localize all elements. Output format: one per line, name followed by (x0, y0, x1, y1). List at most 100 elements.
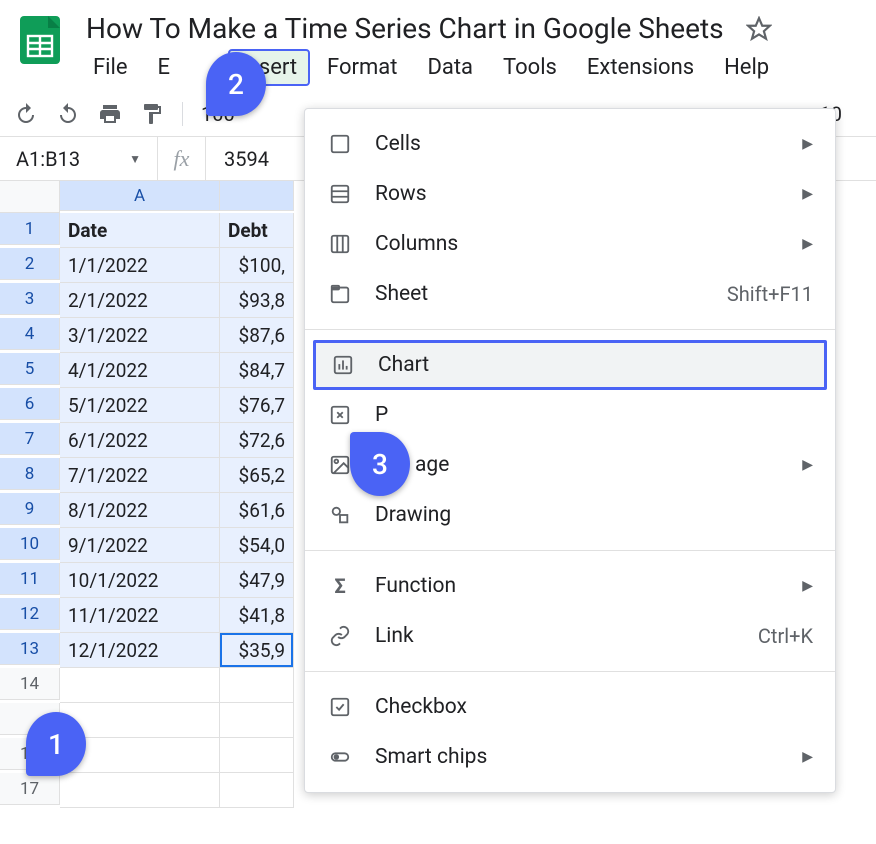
row-header[interactable]: 4 (0, 318, 60, 350)
cells-icon (327, 131, 353, 157)
row-header[interactable]: 5 (0, 353, 60, 385)
chevron-right-icon: ▶ (802, 578, 813, 594)
cell[interactable]: $84,7 (220, 353, 294, 388)
cell[interactable]: 10/1/2022 (60, 563, 220, 598)
chart-icon (330, 352, 356, 378)
cell[interactable]: $72,6 (220, 423, 294, 458)
undo-icon[interactable] (14, 102, 38, 126)
link-icon (327, 623, 353, 649)
insert-sheet[interactable]: Sheet Shift+F11 (305, 269, 835, 319)
star-icon[interactable] (746, 16, 772, 42)
cell[interactable]: $93,8 (220, 283, 294, 318)
row-header[interactable]: 10 (0, 528, 60, 560)
cell-range: A1:B13 (16, 147, 80, 171)
cell[interactable]: $100, (220, 248, 294, 283)
insert-columns[interactable]: Columns ▶ (305, 219, 835, 269)
columns-icon (327, 231, 353, 257)
cell[interactable]: 8/1/2022 (60, 493, 220, 528)
cell[interactable]: $54,0 (220, 528, 294, 563)
cell[interactable] (220, 773, 294, 808)
menu-edit[interactable]: E (145, 49, 184, 86)
chevron-right-icon: ▶ (802, 136, 813, 152)
cell-b1[interactable]: Debt (220, 213, 294, 248)
cell[interactable] (220, 738, 294, 773)
cell[interactable]: $87,6 (220, 318, 294, 353)
cell[interactable]: 12/1/2022 (60, 633, 220, 668)
menu-help[interactable]: Help (711, 49, 782, 86)
cell[interactable]: 11/1/2022 (60, 598, 220, 633)
cell[interactable]: $65,2 (220, 458, 294, 493)
toolbar-separator (182, 102, 183, 126)
callout-badge-2: 2 (206, 52, 266, 116)
insert-link[interactable]: Link Ctrl+K (305, 611, 835, 661)
cell[interactable]: 6/1/2022 (60, 423, 220, 458)
doc-title[interactable]: How To Make a Time Series Chart in Googl… (80, 10, 730, 47)
print-icon[interactable] (98, 102, 122, 126)
cell[interactable]: $76,7 (220, 388, 294, 423)
cell[interactable]: $61,6 (220, 493, 294, 528)
formula-value[interactable]: 3594 (206, 147, 287, 171)
cell[interactable]: $47,9 (220, 563, 294, 598)
row-header[interactable]: 8 (0, 458, 60, 490)
cell[interactable] (60, 668, 220, 703)
cell[interactable]: 7/1/2022 (60, 458, 220, 493)
checkbox-icon (327, 694, 353, 720)
row-header[interactable]: 9 (0, 493, 60, 525)
chevron-right-icon: ▶ (802, 457, 813, 473)
menu-extensions[interactable]: Extensions (574, 49, 707, 86)
row-header[interactable]: 17 (0, 773, 60, 805)
cell[interactable]: 3/1/2022 (60, 318, 220, 353)
menu-file[interactable]: File (80, 49, 141, 86)
menu-format[interactable]: Format (314, 49, 410, 86)
paint-format-icon[interactable] (140, 102, 164, 126)
menu-bar: File E v Insert Format Data Tools Extens… (80, 47, 862, 92)
cell[interactable]: $41,8 (220, 598, 294, 633)
row-header[interactable]: 3 (0, 283, 60, 315)
row-header[interactable]: 1 (0, 213, 60, 245)
insert-cells[interactable]: Cells ▶ (305, 119, 835, 169)
row-header[interactable]: 12 (0, 598, 60, 630)
sheet-icon (327, 281, 353, 307)
cell[interactable]: 1/1/2022 (60, 248, 220, 283)
cell[interactable] (220, 668, 294, 703)
cell[interactable]: 2/1/2022 (60, 283, 220, 318)
shortcut: Shift+F11 (727, 282, 813, 306)
menu-data[interactable]: Data (414, 49, 486, 86)
drawing-icon (327, 502, 353, 528)
insert-drawing[interactable]: Drawing (305, 490, 835, 540)
cell[interactable]: 9/1/2022 (60, 528, 220, 563)
row-header[interactable]: 7 (0, 423, 60, 455)
row-header[interactable]: 11 (0, 563, 60, 595)
app-header: How To Make a Time Series Chart in Googl… (0, 0, 876, 92)
col-header-b[interactable] (220, 181, 294, 211)
select-all-corner[interactable] (0, 181, 60, 213)
redo-icon[interactable] (56, 102, 80, 126)
row-header[interactable]: 13 (0, 633, 60, 665)
col-header-a[interactable]: A (60, 181, 220, 211)
chevron-down-icon[interactable]: ▼ (129, 152, 141, 166)
cell-a1[interactable]: Date (60, 213, 220, 248)
cell[interactable]: 5/1/2022 (60, 388, 220, 423)
cell[interactable]: 4/1/2022 (60, 353, 220, 388)
insert-checkbox[interactable]: Checkbox (305, 682, 835, 732)
pivot-table-icon (327, 402, 353, 428)
cell-active[interactable]: $35,9 (220, 633, 294, 668)
row-header[interactable]: 6 (0, 388, 60, 420)
fx-label: fx (158, 137, 206, 180)
sheets-logo-icon[interactable] (14, 14, 66, 66)
chevron-right-icon: ▶ (802, 236, 813, 252)
insert-rows[interactable]: Rows ▶ (305, 169, 835, 219)
row-header[interactable]: 14 (0, 668, 60, 700)
insert-smart-chips[interactable]: Smart chips ▶ (305, 732, 835, 782)
name-box[interactable]: A1:B13 ▼ (0, 137, 158, 180)
menu-divider (305, 671, 835, 672)
function-icon: Σ (327, 573, 353, 599)
insert-chart[interactable]: Chart (313, 340, 827, 390)
insert-function[interactable]: Σ Function ▶ (305, 561, 835, 611)
cell[interactable] (60, 773, 220, 808)
cell[interactable] (220, 703, 294, 738)
shortcut: Ctrl+K (758, 624, 813, 648)
rows-icon (327, 181, 353, 207)
menu-tools[interactable]: Tools (490, 49, 570, 86)
row-header[interactable]: 2 (0, 248, 60, 280)
